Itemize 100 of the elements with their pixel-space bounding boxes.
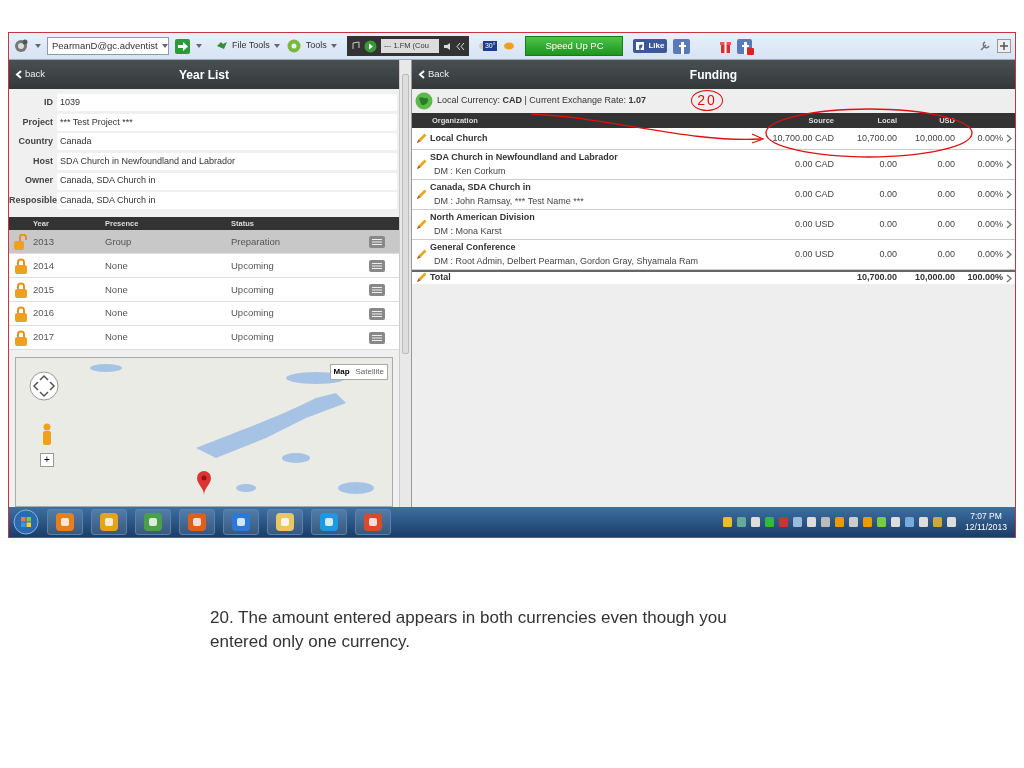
- presence-cell-text: None: [105, 306, 129, 321]
- rewind-icon[interactable]: [455, 41, 465, 51]
- taskbar-app-icon[interactable]: [275, 512, 295, 532]
- menu-icon[interactable]: [369, 307, 385, 320]
- lock-icon[interactable]: [14, 329, 28, 346]
- organization-name: SDA Church in Newfoundland and Labrador: [430, 151, 619, 164]
- taskbar-app-icon[interactable]: [99, 512, 119, 532]
- chevron-right-icon[interactable]: [1006, 160, 1012, 169]
- panel-title: Funding: [689, 66, 738, 84]
- year-row[interactable]: 2015 None Upcoming: [9, 278, 399, 303]
- local-cell-text: 10,700.00: [855, 131, 897, 145]
- organization-name: North American Division: [430, 211, 536, 224]
- field-value: Canada, SDA Church in: [57, 192, 397, 210]
- menu-icon[interactable]: [369, 283, 385, 296]
- district-manager: DM : Root Admin, Delbert Pearman, Gordon Gray, Shyamala Ram: [433, 254, 699, 268]
- usd-cell-text: 0.00: [936, 247, 956, 261]
- status-cell-text: Upcoming: [231, 282, 275, 297]
- globe-icon: [415, 92, 433, 110]
- back-button[interactable]: back: [9, 67, 46, 82]
- total-usd: 10,000.00: [913, 271, 956, 285]
- scrollbar[interactable]: [399, 60, 411, 507]
- pan-control-icon[interactable]: [28, 370, 60, 402]
- organization-name: Local Church: [430, 131, 489, 145]
- taskbar-app-icon[interactable]: [231, 512, 251, 532]
- taskbar-app-icon[interactable]: [187, 512, 207, 532]
- pencil-icon[interactable]: [415, 272, 427, 284]
- year-row[interactable]: 2013 Group Preparation: [9, 230, 399, 255]
- chevron-right-icon[interactable]: [1006, 273, 1012, 283]
- play-icon[interactable]: [363, 39, 377, 53]
- local-cell-text: 0.00: [878, 187, 897, 201]
- field-label: Host: [32, 154, 54, 168]
- field-value: *** Test Project ***: [57, 113, 397, 131]
- start-button[interactable]: [13, 509, 39, 535]
- field-label: ID: [43, 96, 54, 110]
- field-label: Country: [17, 135, 54, 149]
- taskbar-app-icon[interactable]: [319, 512, 339, 532]
- year-cell-text: 2015: [33, 282, 56, 297]
- arrow-button-icon[interactable]: [175, 38, 190, 54]
- chevron-right-icon[interactable]: [1006, 190, 1012, 199]
- lock-icon[interactable]: [14, 305, 28, 322]
- total-percent: 100.00%: [966, 271, 1003, 285]
- chevron-right-icon[interactable]: [1006, 134, 1012, 143]
- currency-info: Local Currency: CAD | Current Exchange Rate: 1.07: [437, 94, 646, 108]
- pencil-icon[interactable]: [415, 158, 427, 171]
- map-pin-icon[interactable]: [196, 470, 212, 496]
- account-dropdown[interactable]: PearmanD@gc.adventist: [47, 37, 169, 55]
- organization-name: General Conference: [430, 241, 517, 254]
- lock-icon[interactable]: [14, 257, 28, 274]
- gift-icon[interactable]: [720, 39, 732, 53]
- taskbar-app-icon[interactable]: [143, 512, 163, 532]
- menu-icon[interactable]: [369, 331, 385, 344]
- like-button[interactable]: Like: [633, 39, 668, 53]
- presence-cell-text: None: [105, 258, 129, 273]
- chevron-right-icon[interactable]: [1006, 220, 1012, 229]
- caret-icon[interactable]: [273, 44, 280, 48]
- year-cell-text: 2013: [33, 234, 56, 249]
- status-cell-text: Upcoming: [231, 258, 275, 273]
- lock-icon[interactable]: [14, 281, 28, 298]
- zoom-in-button[interactable]: +: [40, 453, 54, 467]
- file-tools-menu[interactable]: File Tools: [216, 39, 280, 53]
- speaker-icon[interactable]: [442, 41, 452, 51]
- add-icon[interactable]: [997, 39, 1011, 53]
- clock[interactable]: 7:07 PM 12/11/2013: [961, 511, 1011, 533]
- caret-icon[interactable]: [161, 44, 168, 48]
- year-row[interactable]: 2017 None Upcoming: [9, 326, 399, 350]
- percent-cell-text: 0.00%: [976, 187, 1003, 201]
- menu-icon[interactable]: [369, 259, 385, 272]
- field-label: Project: [21, 115, 54, 129]
- status-cell-text: Upcoming: [231, 306, 275, 321]
- tools-menu[interactable]: Tools: [285, 38, 337, 54]
- percent-cell-text: 0.00%: [976, 157, 1003, 171]
- year-row[interactable]: 2014 None Upcoming: [9, 254, 399, 279]
- field-value: SDA Church in Newfoundland and Labrador: [57, 153, 397, 171]
- menu-icon[interactable]: [369, 235, 385, 248]
- pencil-icon[interactable]: [415, 248, 427, 261]
- taskbar-app-icon[interactable]: [363, 512, 383, 532]
- source-cell-text: 0.00 CAD: [793, 187, 835, 201]
- chevron-left-icon: [418, 70, 425, 79]
- field-value: Canada: [57, 133, 397, 151]
- organization-name: Canada, SDA Church in: [430, 181, 532, 194]
- percent-cell-text: 0.00%: [976, 131, 1003, 145]
- total-label: Total: [430, 271, 452, 285]
- caret-icon[interactable]: [35, 44, 41, 48]
- source-cell-text: 0.00 CAD: [793, 157, 835, 171]
- total-local: 10,700.00: [855, 271, 897, 285]
- local-cell-text: 0.00: [878, 247, 897, 261]
- percent-cell-text: 0.00%: [976, 217, 1003, 231]
- presence-cell-text: None: [105, 330, 129, 345]
- caret-icon[interactable]: [330, 44, 337, 48]
- field-value: Canada, SDA Church in: [57, 172, 397, 190]
- back-button[interactable]: Back: [412, 67, 450, 82]
- caret-icon[interactable]: [196, 44, 202, 48]
- presence-cell-text: Group: [105, 234, 133, 249]
- chevron-right-icon[interactable]: [1006, 250, 1012, 259]
- local-cell-text: 0.00: [878, 157, 897, 171]
- pencil-icon[interactable]: [415, 132, 427, 145]
- pencil-icon[interactable]: [415, 218, 427, 231]
- taskbar-app-icon[interactable]: [55, 512, 75, 532]
- year-row[interactable]: 2016 None Upcoming: [9, 302, 399, 327]
- pencil-icon[interactable]: [415, 188, 427, 201]
